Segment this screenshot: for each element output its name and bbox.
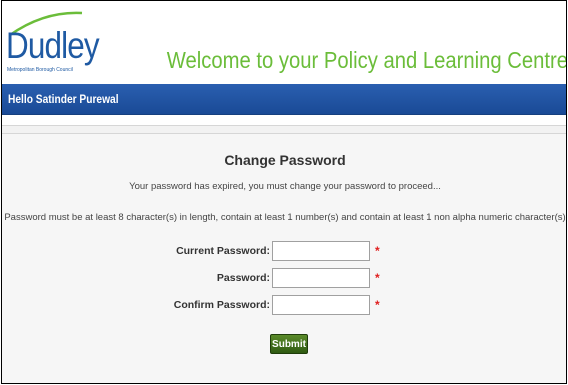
confirm-password-row: Confirm Password: * xyxy=(2,295,566,317)
confirm-password-input[interactable] xyxy=(272,295,370,315)
new-password-row: Password: * xyxy=(2,268,566,290)
new-password-input[interactable] xyxy=(272,268,370,288)
password-rules: Password must be at least 8 character(s)… xyxy=(4,212,566,223)
separator-bar xyxy=(2,125,566,134)
expired-message: Your password has expired, you must chan… xyxy=(129,181,441,192)
dudley-logo[interactable]: Dudley Metropolitan Borough Council xyxy=(4,9,100,73)
logo-subtext: Metropolitan Borough Council xyxy=(7,67,73,73)
logo-text: Dudley xyxy=(6,25,100,66)
page-frame: Dudley Metropolitan Borough Council Welc… xyxy=(1,0,567,384)
required-marker: * xyxy=(375,244,380,258)
confirm-password-label: Confirm Password: xyxy=(173,299,270,311)
required-marker: * xyxy=(375,271,380,285)
required-marker: * xyxy=(375,298,380,312)
welcome-heading: Welcome to your Policy and Learning Cent… xyxy=(166,47,567,73)
change-password-panel: Change Password Your password has expire… xyxy=(2,134,566,383)
page-title: Change Password xyxy=(224,152,346,168)
new-password-label: Password: xyxy=(216,272,270,284)
current-password-row: Current Password: * xyxy=(2,241,566,263)
current-password-label: Current Password: xyxy=(176,245,270,257)
user-bar: Hello Satinder Purewal xyxy=(2,84,566,115)
current-password-input[interactable] xyxy=(272,241,370,261)
header: Dudley Metropolitan Borough Council Welc… xyxy=(2,1,567,81)
user-greeting: Hello Satinder Purewal xyxy=(8,92,119,106)
submit-button[interactable]: Submit xyxy=(270,334,308,354)
